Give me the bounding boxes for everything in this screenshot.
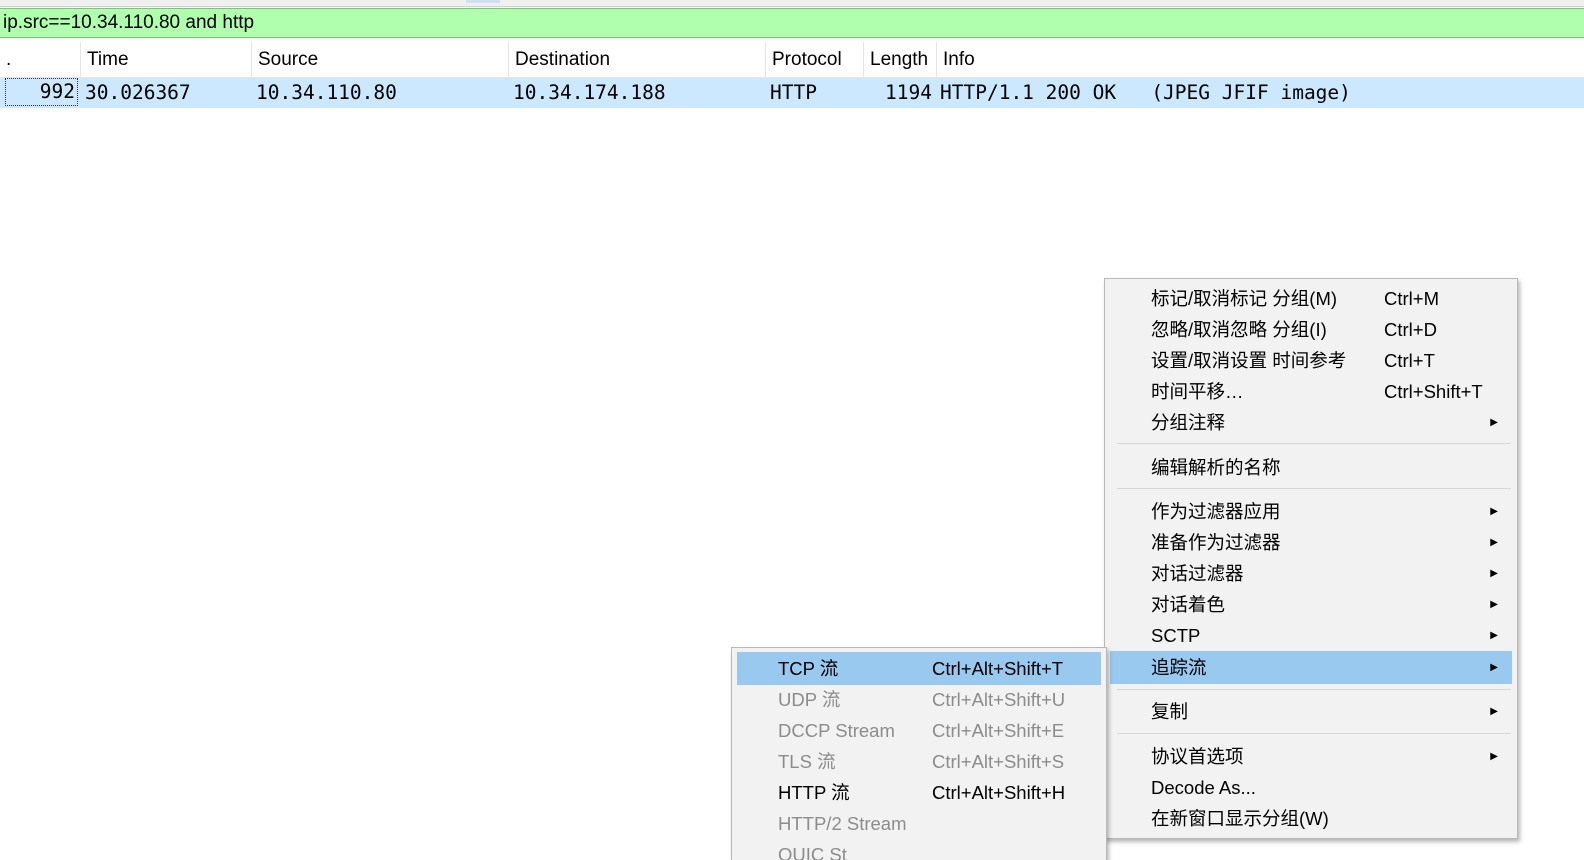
- packet-length-cell[interactable]: 1194: [866, 78, 932, 108]
- menu-item-label: Decode As...: [1151, 777, 1256, 798]
- packet-no-cell[interactable]: 992: [5, 78, 78, 106]
- submenu-arrow-icon: ▶: [1490, 506, 1498, 517]
- submenu-item-tls-stream: TLS 流 Ctrl+Alt+Shift+S: [737, 746, 1101, 777]
- column-header-no[interactable]: .: [0, 42, 81, 78]
- submenu-arrow-icon: ▶: [1490, 599, 1498, 610]
- submenu-item-dccp-stream: DCCP Stream Ctrl+Alt+Shift+E: [737, 715, 1101, 746]
- packet-row-selected[interactable]: 992 30.026367 10.34.110.80 10.34.174.188…: [0, 78, 1584, 108]
- menu-item-follow-stream[interactable]: 追踪流 ▶: [1110, 651, 1512, 684]
- menu-item-label: 对话着色: [1151, 594, 1226, 615]
- menu-item-mark-packet[interactable]: 标记/取消标记 分组(M) Ctrl+M: [1110, 283, 1512, 314]
- menu-item-shortcut: Ctrl+Alt+Shift+U: [932, 689, 1066, 710]
- menu-item-edit-resolved-name[interactable]: 编辑解析的名称: [1110, 452, 1512, 483]
- menu-item-colorize-conversation[interactable]: 对话着色 ▶: [1110, 589, 1512, 620]
- submenu-arrow-icon: ▶: [1490, 751, 1498, 762]
- display-filter-bar[interactable]: ip.src==10.34.110.80 and http: [0, 8, 1584, 38]
- menu-item-label: 编辑解析的名称: [1151, 457, 1281, 478]
- menu-item-protocol-preferences[interactable]: 协议首选项 ▶: [1110, 741, 1512, 772]
- menu-item-copy[interactable]: 复制 ▶: [1110, 696, 1512, 727]
- menu-item-decode-as[interactable]: Decode As...: [1110, 772, 1512, 803]
- menu-item-show-packet-new-window[interactable]: 在新窗口显示分组(W): [1110, 803, 1512, 834]
- menu-item-shortcut: Ctrl+D: [1384, 319, 1437, 340]
- display-filter-input[interactable]: ip.src==10.34.110.80 and http: [3, 12, 254, 34]
- menu-item-label: HTTP 流: [778, 782, 850, 803]
- menu-item-label: TCP 流: [778, 658, 839, 679]
- menu-item-label: TLS 流: [778, 751, 836, 772]
- menu-item-label: 分组注释: [1151, 412, 1226, 433]
- menu-item-label: SCTP: [1151, 625, 1201, 646]
- toolbar-tab-indicator: [466, 0, 500, 3]
- menu-item-label: 复制: [1151, 701, 1189, 722]
- submenu-item-udp-stream: UDP 流 Ctrl+Alt+Shift+U: [737, 684, 1101, 715]
- menu-item-sctp[interactable]: SCTP ▶: [1110, 620, 1512, 651]
- menu-item-time-shift[interactable]: 时间平移… Ctrl+Shift+T: [1110, 376, 1512, 407]
- menu-item-shortcut: Ctrl+Alt+Shift+T: [932, 658, 1064, 679]
- menu-item-packet-comment[interactable]: 分组注释 ▶: [1110, 407, 1512, 438]
- submenu-item-http-stream[interactable]: HTTP 流 Ctrl+Alt+Shift+H: [737, 777, 1101, 808]
- submenu-item-http2-stream: HTTP/2 Stream: [737, 808, 1101, 839]
- menu-item-label: 准备作为过滤器: [1151, 532, 1281, 553]
- menu-item-shortcut: Ctrl+Alt+Shift+S: [932, 751, 1065, 772]
- menu-item-shortcut: Ctrl+M: [1384, 288, 1439, 309]
- packet-source-cell[interactable]: 10.34.110.80: [256, 78, 397, 108]
- column-header-info[interactable]: Info: [937, 42, 1584, 78]
- packet-context-menu: 标记/取消标记 分组(M) Ctrl+M 忽略/取消忽略 分组(I) Ctrl+…: [1104, 278, 1518, 839]
- submenu-arrow-icon: ▶: [1490, 630, 1498, 641]
- menu-item-ignore-packet[interactable]: 忽略/取消忽略 分组(I) Ctrl+D: [1110, 314, 1512, 345]
- packet-protocol-cell[interactable]: HTTP: [770, 78, 817, 108]
- menu-item-label: UDP 流: [778, 689, 841, 710]
- menu-item-label: 时间平移…: [1151, 381, 1244, 402]
- menu-item-label: 作为过滤器应用: [1151, 501, 1281, 522]
- menu-separator: [1117, 488, 1511, 489]
- menu-item-label: 协议首选项: [1151, 746, 1244, 767]
- packet-list-header: . Time Source Destination Protocol Lengt…: [0, 42, 1584, 78]
- submenu-item-quic-stream: QUIC St: [737, 839, 1101, 860]
- menu-item-conversation-filter[interactable]: 对话过滤器 ▶: [1110, 558, 1512, 589]
- column-header-source[interactable]: Source: [252, 42, 509, 78]
- column-header-length[interactable]: Length: [864, 42, 937, 78]
- menu-item-label: 在新窗口显示分组(W): [1151, 808, 1329, 829]
- column-header-protocol[interactable]: Protocol: [766, 42, 864, 78]
- menu-item-shortcut: Ctrl+Alt+Shift+H: [932, 782, 1066, 803]
- menu-item-shortcut: Ctrl+Shift+T: [1384, 381, 1483, 402]
- menu-item-label: 设置/取消设置 时间参考: [1151, 350, 1347, 371]
- menu-item-label: 标记/取消标记 分组(M): [1151, 288, 1338, 309]
- menu-separator: [1117, 689, 1511, 690]
- menu-item-apply-as-filter[interactable]: 作为过滤器应用 ▶: [1110, 496, 1512, 527]
- menu-item-label: DCCP Stream: [778, 720, 895, 741]
- menu-separator: [1117, 443, 1511, 444]
- menu-item-label: 追踪流: [1151, 657, 1207, 678]
- menu-item-label: QUIC St: [778, 844, 847, 860]
- follow-stream-submenu: TCP 流 Ctrl+Alt+Shift+T UDP 流 Ctrl+Alt+Sh…: [731, 647, 1107, 860]
- submenu-arrow-icon: ▶: [1490, 417, 1498, 428]
- menu-item-shortcut: Ctrl+Alt+Shift+E: [932, 720, 1065, 741]
- packet-info-cell[interactable]: HTTP/1.1 200 OK (JPEG JFIF image): [940, 78, 1351, 108]
- menu-item-time-reference[interactable]: 设置/取消设置 时间参考 Ctrl+T: [1110, 345, 1512, 376]
- submenu-arrow-icon: ▶: [1490, 537, 1498, 548]
- menu-item-label: 对话过滤器: [1151, 563, 1244, 584]
- submenu-item-tcp-stream[interactable]: TCP 流 Ctrl+Alt+Shift+T: [737, 652, 1101, 685]
- column-header-destination[interactable]: Destination: [509, 42, 766, 78]
- menu-item-shortcut: Ctrl+T: [1384, 350, 1435, 371]
- packet-destination-cell[interactable]: 10.34.174.188: [513, 78, 666, 108]
- column-header-time[interactable]: Time: [81, 42, 252, 78]
- menu-item-label: HTTP/2 Stream: [778, 813, 907, 834]
- submenu-arrow-icon: ▶: [1490, 706, 1498, 717]
- menu-separator: [1117, 733, 1511, 734]
- submenu-arrow-icon: ▶: [1490, 662, 1498, 673]
- toolbar-strip: [0, 0, 1584, 7]
- menu-item-label: 忽略/取消忽略 分组(I): [1151, 319, 1327, 340]
- submenu-arrow-icon: ▶: [1490, 568, 1498, 579]
- packet-time-cell[interactable]: 30.026367: [85, 78, 191, 108]
- menu-item-prepare-as-filter[interactable]: 准备作为过滤器 ▶: [1110, 527, 1512, 558]
